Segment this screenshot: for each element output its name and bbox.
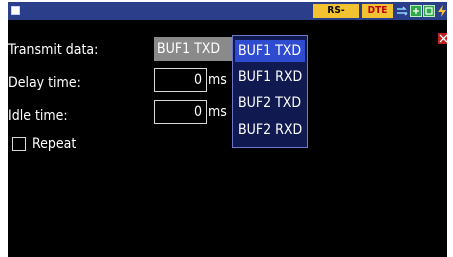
repeat-checkbox[interactable] — [12, 137, 26, 151]
idle-time-label: Idle time: — [8, 108, 68, 124]
dropdown-option-buf1-rxd[interactable]: BUF1 RXD — [235, 66, 305, 88]
transmit-data-label: Transmit data: — [8, 42, 99, 58]
window-icon[interactable] — [11, 6, 20, 15]
close-icon[interactable] — [438, 33, 447, 44]
dropdown-option-buf1-txd[interactable]: BUF1 TXD — [235, 40, 305, 62]
power-icon — [438, 5, 446, 17]
delay-time-field[interactable]: 0 — [154, 68, 207, 92]
arrows-icon — [397, 6, 408, 16]
network-icon — [410, 5, 422, 17]
status-bar: RS-232C DTE — [8, 2, 447, 30]
transmit-data-select[interactable]: BUF1 TXD — [154, 37, 232, 61]
transmit-data-dropdown: BUF1 TXD BUF1 RXD BUF2 TXD BUF2 RXD — [232, 35, 308, 148]
idle-unit-label: ms — [208, 104, 227, 120]
repeat-label: Repeat — [32, 136, 77, 152]
delay-time-label: Delay time: — [8, 75, 81, 91]
dropdown-option-buf2-txd[interactable]: BUF2 TXD — [235, 92, 305, 114]
interface-badge: RS-232C — [313, 4, 359, 30]
device-screen: RS-232C DTE Transmit data: BUF1 TXD Dela… — [8, 2, 447, 257]
mode-badge: DTE — [362, 4, 393, 18]
sd-card-icon — [423, 5, 435, 17]
idle-time-field[interactable]: 0 — [154, 100, 207, 124]
delay-unit-label: ms — [208, 72, 227, 88]
dropdown-option-buf2-rxd[interactable]: BUF2 RXD — [235, 119, 305, 141]
